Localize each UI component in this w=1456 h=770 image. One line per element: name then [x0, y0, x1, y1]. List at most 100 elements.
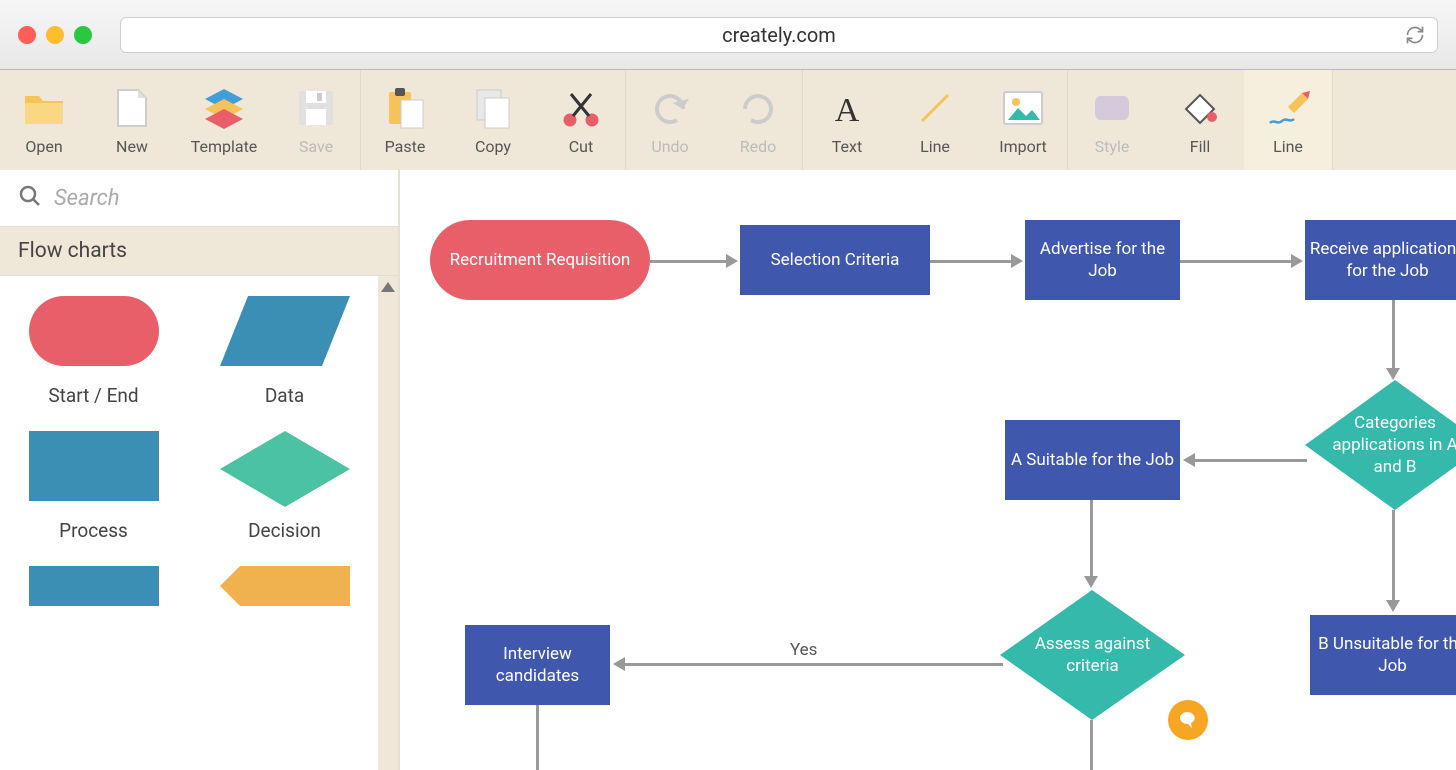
shape-data[interactable]: Data [201, 296, 368, 407]
start-end-shape-icon [29, 296, 159, 366]
tool-label: Line [920, 137, 950, 156]
tool-label: New [116, 137, 148, 156]
svg-text:A: A [835, 92, 860, 127]
tool-label: Fill [1190, 137, 1211, 156]
folder-icon [21, 85, 67, 131]
window-zoom-button[interactable] [74, 26, 92, 44]
process-shape-icon [29, 431, 159, 501]
arrow-head-icon [1386, 368, 1400, 380]
main-area: Flow charts Start / End Data Process [0, 170, 1456, 770]
edge-arrow [1392, 300, 1395, 370]
line-tool-button[interactable]: Line [891, 70, 979, 170]
main-toolbar: Open New Template Save Paste [0, 70, 1456, 170]
window-minimize-button[interactable] [46, 26, 64, 44]
shape-category-label: Flow charts [18, 239, 127, 263]
style-button[interactable]: Style [1068, 70, 1156, 170]
arrow-head-icon [1011, 254, 1023, 268]
import-button[interactable]: Import [979, 70, 1067, 170]
shape-palette: Start / End Data Process Decision [0, 276, 378, 770]
tool-label: Save [299, 137, 333, 156]
redo-icon [735, 85, 781, 131]
save-button[interactable]: Save [272, 70, 360, 170]
address-bar-url: creately.com [722, 23, 836, 47]
template-button[interactable]: Template [176, 70, 272, 170]
window-controls [18, 26, 92, 44]
redo-button[interactable]: Redo [714, 70, 802, 170]
open-button[interactable]: Open [0, 70, 88, 170]
tool-label: Style [1095, 137, 1130, 156]
edge-arrow [1180, 260, 1292, 263]
tool-label: Undo [651, 137, 688, 156]
tool-label: Import [999, 137, 1047, 156]
text-tool-button[interactable]: A Text [803, 70, 891, 170]
diagram-canvas[interactable]: Recruitment Requisition Selection Criter… [400, 170, 1456, 770]
arrow-head-icon [1183, 453, 1195, 467]
node-label: Categories applications in A and B [1305, 412, 1456, 478]
browser-chrome: creately.com [0, 0, 1456, 70]
node-a-suitable[interactable]: A Suitable for the Job [1005, 420, 1180, 500]
tool-label: Cut [569, 137, 593, 156]
shape-process[interactable]: Process [10, 431, 177, 542]
node-categories[interactable]: Categories applications in A and B [1305, 380, 1456, 510]
line-shape-icon [912, 85, 958, 131]
tool-label: Text [832, 137, 862, 156]
tool-label: Paste [385, 137, 426, 156]
new-document-icon [109, 85, 155, 131]
pencil-line-icon [1265, 85, 1311, 131]
node-label: A Suitable for the Job [1011, 449, 1174, 471]
undo-button[interactable]: Undo [626, 70, 714, 170]
scissors-icon [558, 85, 604, 131]
paste-button[interactable]: Paste [361, 70, 449, 170]
template-icon [201, 85, 247, 131]
edge-arrow [1090, 720, 1093, 770]
shape-start-end[interactable]: Start / End [10, 296, 177, 407]
undo-icon [647, 85, 693, 131]
window-close-button[interactable] [18, 26, 36, 44]
node-b-unsuitable[interactable]: B Unsuitable for the Job [1310, 615, 1456, 695]
import-icon [1000, 85, 1046, 131]
node-advertise[interactable]: Advertise for the Job [1025, 220, 1180, 300]
fill-icon [1177, 85, 1223, 131]
fill-button[interactable]: Fill [1156, 70, 1244, 170]
shape-label: Start / End [48, 384, 138, 407]
palette-scrollbar[interactable] [378, 276, 398, 770]
node-interview[interactable]: Interview candidates [465, 625, 610, 705]
node-label: Assess against criteria [1000, 633, 1185, 677]
edge-arrow [1392, 510, 1395, 602]
line-style-button[interactable]: Line [1244, 70, 1332, 170]
node-label: Selection Criteria [771, 249, 900, 271]
arrow-head-icon [1386, 600, 1400, 612]
data-shape-icon [220, 296, 350, 366]
search-row [0, 170, 398, 226]
cut-button[interactable]: Cut [537, 70, 625, 170]
scroll-up-icon [381, 282, 395, 292]
reload-icon[interactable] [1405, 25, 1425, 45]
tool-label: Open [25, 137, 62, 156]
arrow-head-icon [1291, 254, 1303, 268]
copy-icon [470, 85, 516, 131]
edge-arrow [930, 260, 1012, 263]
arrow-head-icon [726, 254, 738, 268]
shapes-sidebar: Flow charts Start / End Data Process [0, 170, 400, 770]
new-button[interactable]: New [88, 70, 176, 170]
extra-shape-icon-2 [220, 566, 350, 606]
shape-extra-1[interactable] [10, 566, 177, 606]
address-bar[interactable]: creately.com [120, 17, 1438, 53]
node-assess[interactable]: Assess against criteria [1000, 590, 1185, 720]
edge-label-yes: Yes [790, 640, 817, 660]
copy-button[interactable]: Copy [449, 70, 537, 170]
shape-decision[interactable]: Decision [201, 431, 368, 542]
paste-icon [382, 85, 428, 131]
shape-extra-2[interactable] [201, 566, 368, 606]
node-recruitment-requisition[interactable]: Recruitment Requisition [430, 220, 650, 300]
tool-label: Copy [475, 137, 511, 156]
node-selection-criteria[interactable]: Selection Criteria [740, 225, 930, 295]
search-input[interactable] [54, 186, 380, 211]
node-receive-applications[interactable]: Receive applications for the Job [1305, 220, 1456, 300]
tool-label: Line [1273, 137, 1303, 156]
edge-arrow [1090, 500, 1093, 578]
edge-arrow [625, 663, 1003, 666]
chat-bubble-button[interactable] [1168, 700, 1208, 740]
node-label: B Unsuitable for the Job [1310, 633, 1456, 677]
shape-category-header[interactable]: Flow charts [0, 226, 398, 276]
